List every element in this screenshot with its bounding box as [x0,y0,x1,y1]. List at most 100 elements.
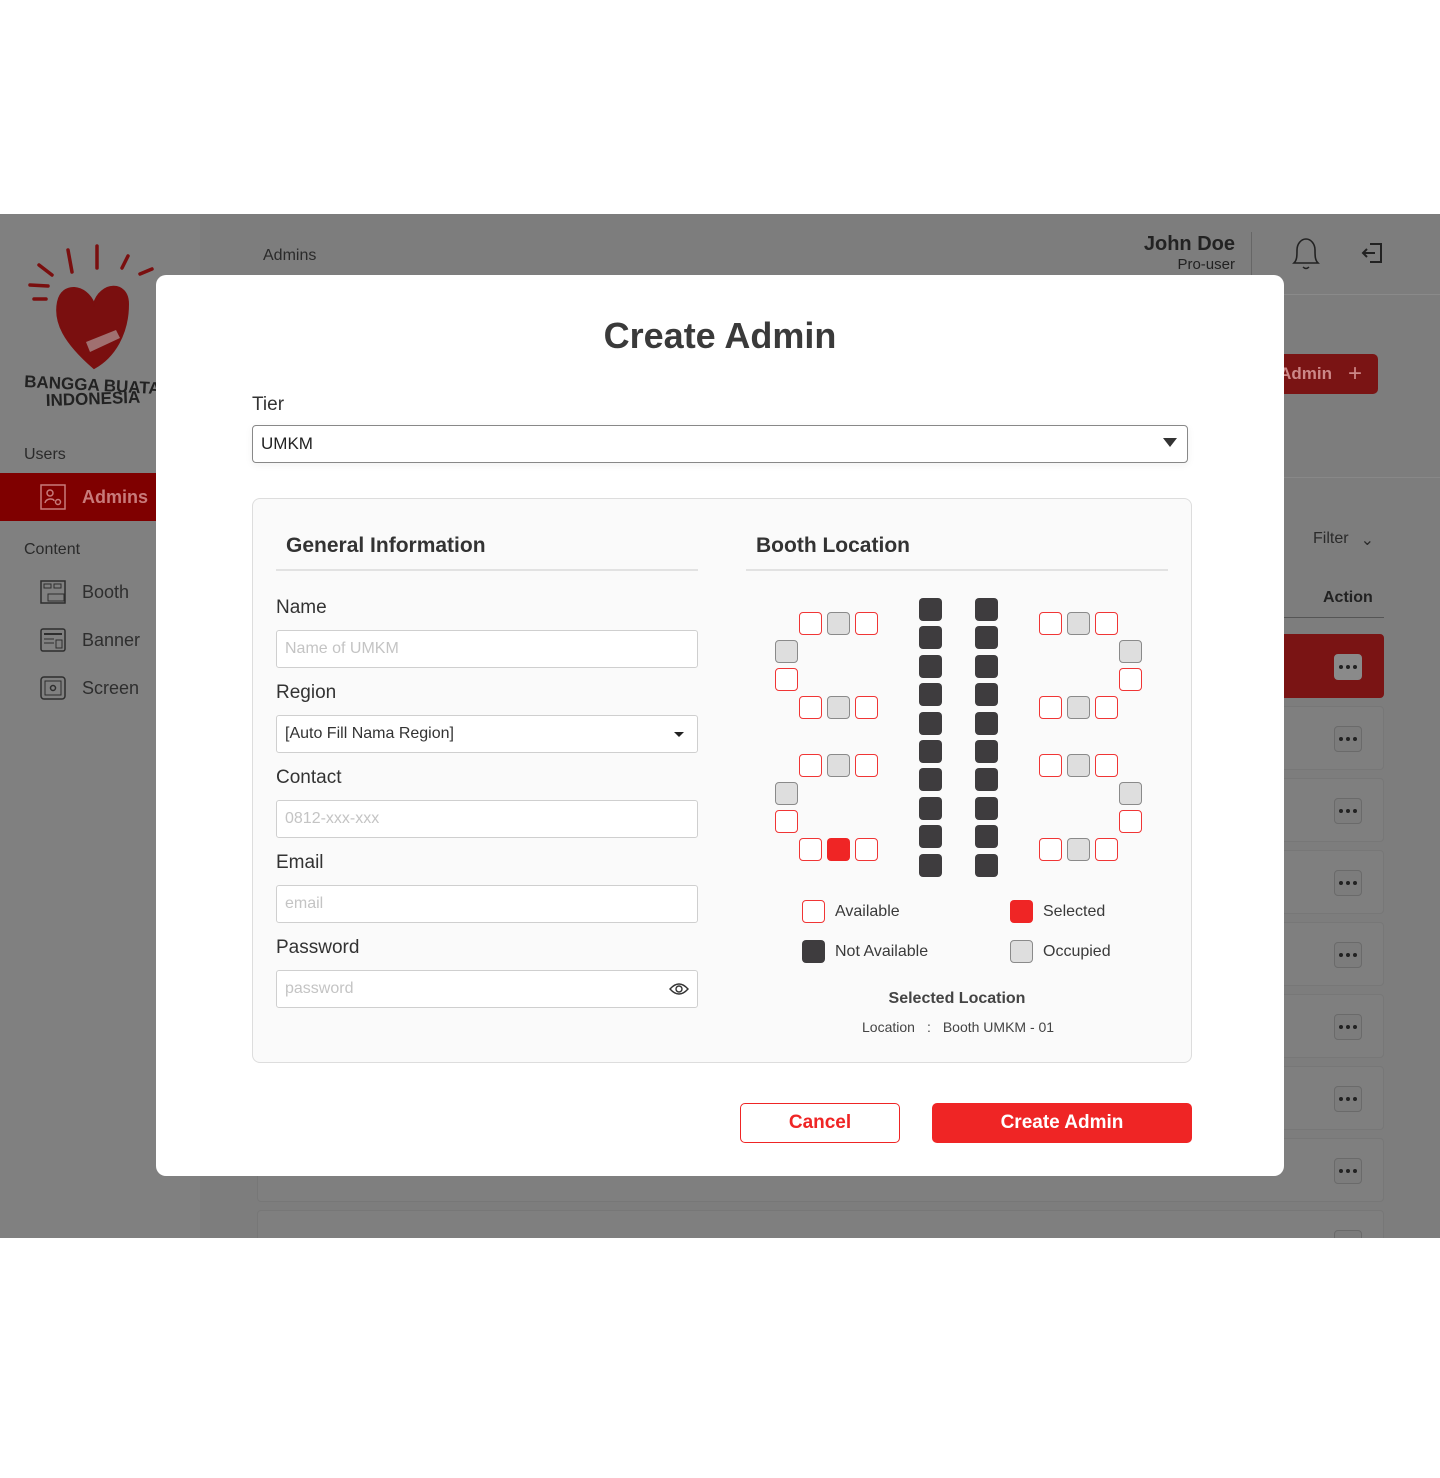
booth-seat-occupied [827,754,850,777]
more-actions-button[interactable] [1334,1014,1362,1040]
booth-seat-available[interactable] [799,754,822,777]
tier-label: Tier [252,394,285,415]
booth-location-heading: Booth Location [756,534,910,557]
legend-label: Not Available [835,942,929,960]
email-label: Email [276,852,324,873]
booth-seat-available[interactable] [1119,668,1142,691]
more-actions-button[interactable] [1334,798,1362,824]
booth-seat-available[interactable] [855,696,878,719]
booth-seat-available[interactable] [1095,696,1118,719]
legend-occupied: Occupied [1010,940,1111,963]
booth-seat-available[interactable] [775,810,798,833]
booth-seat-available[interactable] [1039,838,1062,861]
header-divider [1251,232,1252,276]
create-admin-button[interactable]: Create Admin [932,1103,1192,1143]
booth-seat-occupied [1067,696,1090,719]
legend-label: Occupied [1043,942,1111,960]
booth-seat-not-available [975,740,998,763]
svg-text:INDONESIA: INDONESIA [45,388,140,410]
booth-seat-not-available [975,825,998,849]
booth-seat-available[interactable] [1039,754,1062,777]
sidebar-item-label: Screen [82,677,140,698]
region-select[interactable]: [Auto Fill Nama Region] [276,715,698,753]
cancel-button[interactable]: Cancel [740,1103,900,1143]
booth-seat-available[interactable] [799,696,822,719]
password-input[interactable]: password [276,970,698,1008]
booth-seat-not-available [975,853,998,877]
booth-seat-not-available [919,796,942,820]
caret-down-icon [1163,438,1177,447]
more-actions-button[interactable] [1334,726,1362,752]
booth-seat-not-available [919,740,942,763]
admin-icon [40,484,66,510]
booth-seat-available[interactable] [775,668,798,691]
booth-seat-not-available [919,598,942,621]
tier-value: UMKM [261,434,313,453]
more-actions-button[interactable] [1334,942,1362,968]
booth-seat-available[interactable] [799,612,822,635]
legend-not-available: Not Available [802,940,928,963]
more-actions-button[interactable] [1334,1086,1362,1112]
more-actions-button[interactable] [1334,1230,1362,1238]
divider [276,569,698,571]
booth-seat-not-available [975,626,998,650]
booth-seat-not-available [919,711,942,735]
table-row[interactable] [257,1210,1384,1238]
contact-label: Contact [276,767,342,788]
booth-seat-not-available [975,796,998,820]
legend-label: Selected [1043,902,1106,920]
booth-seat-not-available [919,825,942,849]
email-input[interactable]: email [276,885,698,923]
create-admin-modal: Create Admin Tier UMKM General Informati… [156,275,1284,1176]
more-actions-button[interactable] [1334,654,1362,680]
booth-seat-not-available [975,768,998,792]
legend-selected: Selected [1010,900,1105,923]
booth-seat-available[interactable] [855,838,878,861]
legend-swatch-available [802,900,825,923]
logout-icon[interactable] [1360,242,1384,264]
booth-seat-not-available [919,853,942,877]
user-info[interactable]: John Doe Pro-user [1144,233,1235,273]
general-info-heading: General Information [286,534,486,557]
location-value: Booth UMKM - 01 [942,1019,1055,1035]
tier-select[interactable]: UMKM [252,425,1188,463]
sidebar-section-users: Users [24,446,66,463]
region-label: Region [276,682,337,703]
more-actions-button[interactable] [1334,1158,1362,1184]
more-actions-button[interactable] [1334,870,1362,896]
contact-input[interactable]: 0812-xxx-xxx [276,800,698,838]
name-input[interactable]: Name of UMKM [276,630,698,668]
booth-seat-available[interactable] [1095,754,1118,777]
filter-dropdown[interactable]: Filter ⌄ [1313,530,1374,550]
booth-seat-available[interactable] [1039,612,1062,635]
sidebar-item-label: Admins [82,486,149,507]
bell-icon[interactable] [1290,236,1322,272]
location-separator: : [926,1019,931,1035]
booth-seat-not-available [975,654,998,678]
caret-down-icon [674,732,684,737]
booth-seat-available[interactable] [1039,696,1062,719]
column-header-action: Action [1323,589,1373,606]
legend-swatch-occupied [1010,940,1033,963]
eye-icon[interactable] [669,982,689,996]
booth-seat-available[interactable] [855,754,878,777]
booth-seat-available[interactable] [1095,838,1118,861]
plus-icon: + [1347,360,1362,387]
booth-seat-available[interactable] [1095,612,1118,635]
legend-label: Available [835,902,900,920]
booth-seat-occupied [827,696,850,719]
booth-seat-not-available [975,711,998,735]
booth-seat-selected [827,838,850,861]
banner-icon [40,628,66,652]
selected-location-heading: Selected Location [888,990,1026,1007]
booth-seat-occupied [827,612,850,635]
legend-swatch-not-available [802,940,825,963]
booth-seat-available[interactable] [855,612,878,635]
region-value: [Auto Fill Nama Region] [285,725,454,742]
booth-seat-available[interactable] [799,838,822,861]
user-name: John Doe [1143,233,1235,255]
sidebar-item-label: Booth [82,581,130,602]
booth-seat-occupied [1119,782,1142,805]
booth-seat-available[interactable] [1119,810,1142,833]
sidebar-item-label: Banner [82,629,141,650]
